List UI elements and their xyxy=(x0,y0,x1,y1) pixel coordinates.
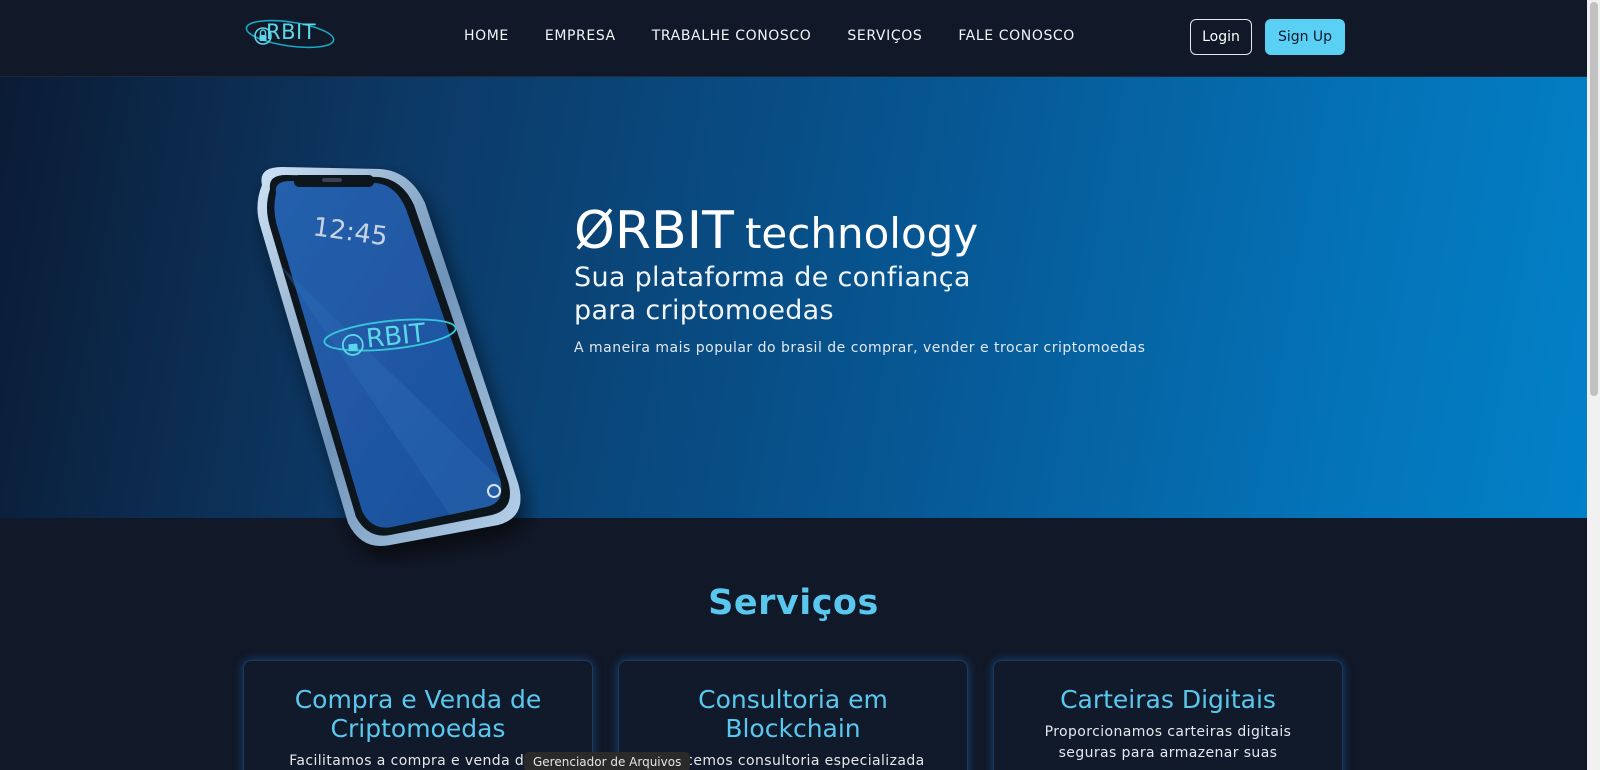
scrollbar-thumb[interactable] xyxy=(1590,2,1598,396)
card-title: Compra e Venda de Criptomoedas xyxy=(294,685,542,743)
services-title: Serviços xyxy=(708,583,879,623)
card-title: Carteiras Digitais xyxy=(1060,685,1276,714)
hero-description: A maneira mais popular do brasil de comp… xyxy=(574,340,1146,356)
file-manager-tooltip: Gerenciador de Arquivos xyxy=(524,752,691,770)
phone-illustration: 12:45 RBIT xyxy=(250,165,540,565)
service-card-carteiras: Carteiras Digitais Proporcionamos cartei… xyxy=(993,660,1343,770)
login-button[interactable]: Login xyxy=(1190,19,1252,55)
page-scrollbar[interactable] xyxy=(1587,0,1600,770)
orbit-logo[interactable]: RBIT xyxy=(244,14,336,54)
nav-servicos[interactable]: SERVIÇOS xyxy=(847,28,922,44)
top-navbar: RBIT HOME EMPRESA TRABALHE CONOSCO SERVI… xyxy=(0,0,1587,77)
hero-subtitle-line2: para criptomoedas xyxy=(574,295,834,326)
signup-button[interactable]: Sign Up xyxy=(1265,19,1345,55)
card-title: Consultoria em Blockchain xyxy=(698,685,888,743)
main-nav: HOME EMPRESA TRABALHE CONOSCO SERVIÇOS F… xyxy=(464,28,1111,44)
hero-subtitle-line1: Sua plataforma de confiança xyxy=(574,262,971,293)
phone-logo-text: RBIT xyxy=(365,318,427,354)
logo-text: RBIT xyxy=(266,20,317,44)
hero-title: ØRBIT technology xyxy=(574,201,978,261)
nav-fale-conosco[interactable]: FALE CONOSCO xyxy=(958,28,1075,44)
hero-technology: technology xyxy=(744,209,979,258)
nav-empresa[interactable]: EMPRESA xyxy=(545,28,616,44)
nav-home[interactable]: HOME xyxy=(464,28,509,44)
hero-brand: ØRBIT xyxy=(574,201,734,261)
nav-trabalhe-conosco[interactable]: TRABALHE CONOSCO xyxy=(652,28,812,44)
card-text: Proporcionamos carteiras digitais segura… xyxy=(1044,724,1292,761)
hero-section: ØRBIT technology Sua plataforma de confi… xyxy=(0,77,1587,518)
hero-subtitle: Sua plataforma de confiança para criptom… xyxy=(574,261,994,327)
